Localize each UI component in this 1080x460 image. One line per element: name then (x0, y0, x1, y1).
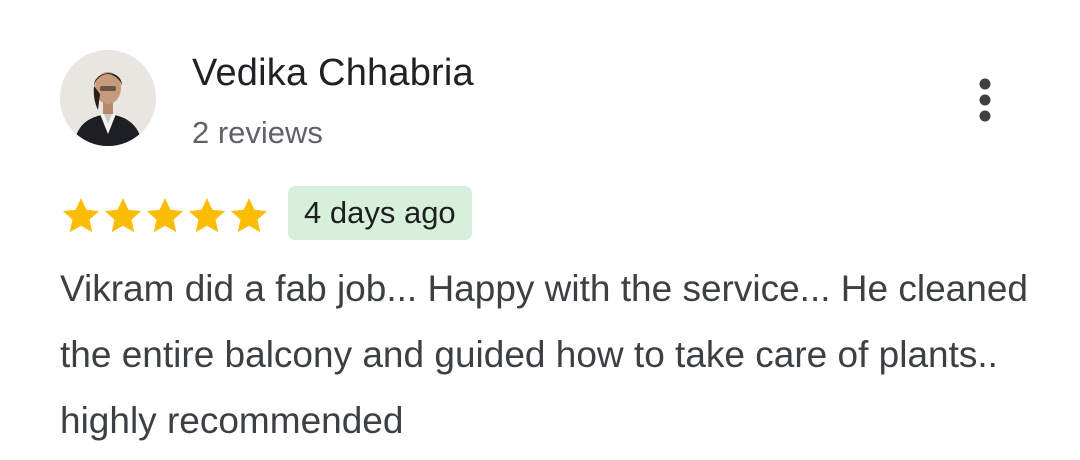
review-card: Vedika Chhabria 2 reviews 4 days ago Vik… (0, 0, 1080, 460)
more-options-button[interactable] (962, 72, 1008, 128)
star-icon (104, 198, 142, 233)
star-icon (62, 198, 100, 233)
avatar-photo (60, 50, 156, 146)
review-count[interactable]: 2 reviews (192, 112, 323, 154)
review-date-badge: 4 days ago (288, 186, 472, 240)
star-icon (146, 198, 184, 233)
star-icon (230, 198, 268, 233)
more-vertical-icon (979, 78, 991, 122)
star-rating (60, 194, 270, 238)
review-text: Vikram did a fab job... Happy with the s… (60, 268, 1028, 441)
star-icon (188, 198, 226, 233)
reviewer-avatar[interactable] (60, 50, 156, 146)
reviewer-name[interactable]: Vedika Chhabria (192, 48, 474, 98)
